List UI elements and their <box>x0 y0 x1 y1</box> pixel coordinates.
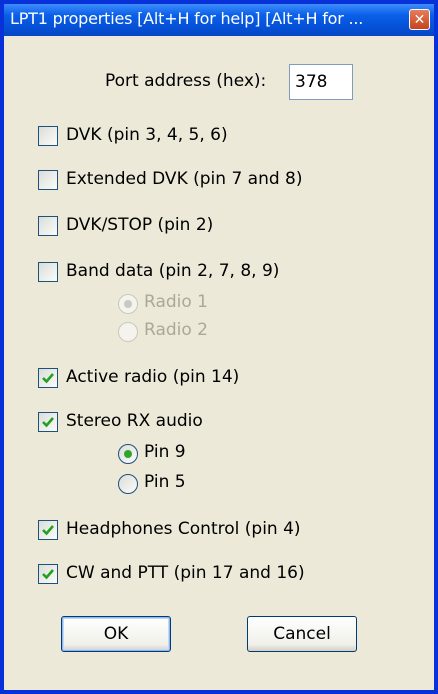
headphones-control-checkbox[interactable] <box>38 520 58 540</box>
port-address-label: Port address (hex): <box>105 71 267 91</box>
active-radio-checkbox[interactable] <box>38 368 58 388</box>
pin9-selected-dot <box>124 450 132 458</box>
checkmark-icon <box>42 525 54 536</box>
stereo-rx-label: Stereo RX audio <box>66 411 203 431</box>
dvk-checkbox[interactable] <box>38 126 58 146</box>
ok-button[interactable]: OK <box>61 616 171 652</box>
radio1-option[interactable] <box>118 294 138 314</box>
radio1-label: Radio 1 <box>144 292 208 312</box>
pin5-label: Pin 5 <box>144 472 186 492</box>
dvk-stop-label: DVK/STOP (pin 2) <box>66 215 214 235</box>
active-radio-label: Active radio (pin 14) <box>66 367 240 387</box>
dvk-label: DVK (pin 3, 4, 5, 6) <box>66 125 228 145</box>
extended-dvk-checkbox[interactable] <box>38 170 58 190</box>
title-bar[interactable]: LPT1 properties [Alt+H for help] [Alt+H … <box>4 4 434 36</box>
headphones-control-label: Headphones Control (pin 4) <box>66 519 301 539</box>
close-button[interactable]: ✕ <box>409 9 430 30</box>
pin9-option[interactable] <box>118 444 138 464</box>
band-data-label: Band data (pin 2, 7, 8, 9) <box>66 261 280 281</box>
lpt1-properties-dialog: LPT1 properties [Alt+H for help] [Alt+H … <box>0 0 438 694</box>
cw-ptt-label: CW and PTT (pin 17 and 16) <box>66 563 305 583</box>
port-address-input[interactable] <box>289 64 353 100</box>
cw-ptt-checkbox[interactable] <box>38 564 58 584</box>
checkmark-icon <box>42 373 54 384</box>
checkmark-icon <box>42 417 54 428</box>
band-data-checkbox[interactable] <box>38 262 58 282</box>
stereo-rx-checkbox[interactable] <box>38 412 58 432</box>
pin5-option[interactable] <box>118 474 138 494</box>
cancel-button[interactable]: Cancel <box>247 616 357 652</box>
radio2-option[interactable] <box>118 322 138 342</box>
dvk-stop-checkbox[interactable] <box>38 216 58 236</box>
radio1-selected-dot <box>124 300 132 308</box>
pin9-label: Pin 9 <box>144 442 186 462</box>
checkmark-icon <box>42 569 54 580</box>
radio2-label: Radio 2 <box>144 320 208 340</box>
window-title: LPT1 properties [Alt+H for help] [Alt+H … <box>10 9 364 28</box>
close-icon: ✕ <box>413 11 426 28</box>
extended-dvk-label: Extended DVK (pin 7 and 8) <box>66 169 303 189</box>
